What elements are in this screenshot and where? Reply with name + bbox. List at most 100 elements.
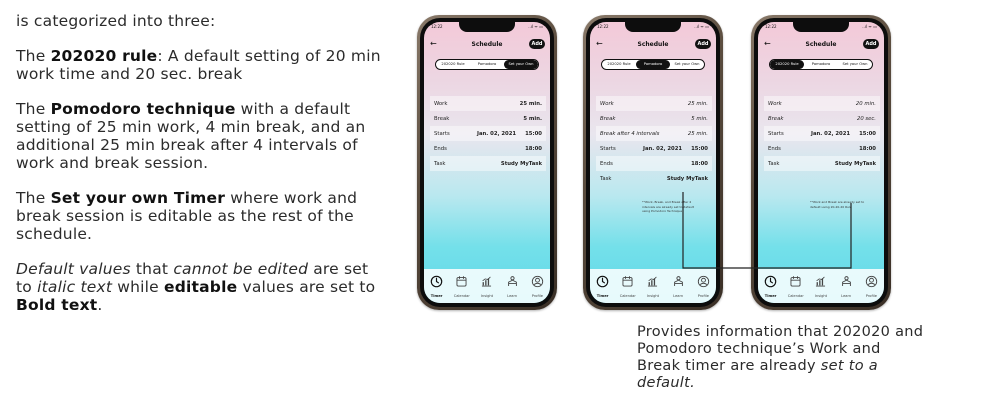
tab-2[interactable]: Set your Own <box>838 60 872 69</box>
schedule-list: Work 25 min. Break 5 min. Break after 4 inte… <box>596 96 712 186</box>
pomodoro-name: Pomodoro technique <box>50 100 236 118</box>
row-value[interactable]: Study MyTask <box>501 161 542 167</box>
rule-202020-name: 202020 rule <box>50 47 158 65</box>
add-button[interactable]: Add <box>863 39 879 49</box>
status-time: 12:22 <box>431 24 443 29</box>
nav-timer[interactable]: Timer <box>592 273 614 298</box>
learn-icon <box>672 273 685 292</box>
row-label: Break <box>768 115 784 122</box>
nav-calendar[interactable]: Calendar <box>451 273 473 298</box>
row-value[interactable]: 18:00 <box>525 146 542 152</box>
nav-insight[interactable]: Insight <box>476 273 498 298</box>
tab-0[interactable]: 202020 Rule <box>770 60 804 69</box>
nav-label: Insight <box>814 294 828 298</box>
nav-learn[interactable]: Learn <box>501 273 523 298</box>
description: is categorized into three: The 202020 ru… <box>16 12 386 331</box>
nav-profile[interactable]: Profile <box>692 273 714 298</box>
app-screen: 12:22 ..ıl ᯤ ▭ ← Schedule Add 202020 Rul… <box>758 22 884 303</box>
tab-1[interactable]: Pomodoro <box>804 60 838 69</box>
row-value[interactable]: 5 min. <box>523 116 542 122</box>
profile-icon <box>697 273 710 292</box>
row-label: Starts <box>434 130 450 137</box>
nav-timer[interactable]: Timer <box>760 273 782 298</box>
nav-label: Learn <box>841 294 852 298</box>
nav-label: Insight <box>480 294 494 298</box>
schedule-row: Work 25 min. <box>430 96 546 111</box>
formatting-paragraph: Default values that cannot be edited are… <box>16 260 376 314</box>
nav-learn[interactable]: Learn <box>835 273 857 298</box>
row-value[interactable]: 18:00 <box>859 146 876 152</box>
start-date[interactable]: Jan. 02, 2021 <box>477 131 516 137</box>
schedule-row: Ends 18:00 <box>764 141 880 156</box>
add-button[interactable]: Add <box>695 39 711 49</box>
tab-1[interactable]: Pomodoro <box>470 60 504 69</box>
calendar-icon <box>455 273 468 292</box>
default-note: **Work and Break are already set to defa… <box>810 200 865 209</box>
learn-icon <box>506 273 519 292</box>
phone-3: 12:22 ..ıl ᯤ ▭ ← Schedule Add 202020 Rul… <box>751 15 891 310</box>
start-time[interactable]: 15:00 <box>525 131 542 137</box>
status-icons: ..ıl ᯤ ▭ <box>694 24 709 29</box>
nav-insight[interactable]: Insight <box>642 273 664 298</box>
intro-text: is categorized into three: <box>16 12 216 30</box>
tab-2[interactable]: Set your Own <box>670 60 704 69</box>
row-value[interactable]: 25 min. <box>520 101 542 107</box>
schedule-row: Starts Jan. 02, 2021 15:00 <box>430 126 546 141</box>
row-label: Ends <box>434 145 447 152</box>
nav-label: Calendar <box>453 294 470 298</box>
nav-profile[interactable]: Profile <box>526 273 548 298</box>
notch <box>625 22 681 32</box>
row-label: Break <box>600 115 616 122</box>
schedule-list: Work 20 min. Break 20 sec. Starts Jan. 02, 20… <box>764 96 880 171</box>
add-button[interactable]: Add <box>529 39 545 49</box>
nav-learn[interactable]: Learn <box>667 273 689 298</box>
tab-0[interactable]: 202020 Rule <box>436 60 470 69</box>
tab-1[interactable]: Pomodoro <box>636 60 670 69</box>
mode-tabs: 202020 Rule Pomodoro Set your Own <box>601 59 705 70</box>
app-screen: 12:22 ..ıl ᯤ ▭ ← Schedule Add 202020 Rul… <box>424 22 550 303</box>
nav-profile[interactable]: Profile <box>860 273 882 298</box>
app-header: ← Schedule Add <box>424 38 550 52</box>
set-own-paragraph: The Set your own Timer where work and br… <box>16 189 358 243</box>
set-own-name: Set your own Timer <box>50 189 226 207</box>
profile-icon <box>531 273 544 292</box>
nav-label: Calendar <box>787 294 804 298</box>
row-label: Starts <box>600 145 616 152</box>
start-date[interactable]: Jan. 02, 2021 <box>811 131 850 137</box>
row-value[interactable]: 18:00 <box>691 161 708 167</box>
row-value: 25 min. <box>687 100 708 107</box>
row-label: Task <box>600 175 612 182</box>
insight-icon <box>480 273 493 292</box>
tab-2[interactable]: Set your Own <box>504 60 538 69</box>
app-header: ← Schedule Add <box>758 38 884 52</box>
schedule-row: Task Study MyTask <box>596 171 712 186</box>
mode-tabs: 202020 Rule Pomodoro Set your Own <box>435 59 539 70</box>
nav-timer[interactable]: Timer <box>426 273 448 298</box>
nav-insight[interactable]: Insight <box>810 273 832 298</box>
schedule-row: Starts Jan. 02, 2021 15:00 <box>764 126 880 141</box>
nav-calendar[interactable]: Calendar <box>617 273 639 298</box>
row-value[interactable]: Study MyTask <box>835 161 876 167</box>
bottom-nav: Timer Calendar Insight Learn Profile <box>590 269 716 303</box>
row-label: Work <box>434 100 448 107</box>
start-date[interactable]: Jan. 02, 2021 <box>643 146 682 152</box>
bottom-nav: Timer Calendar Insight Learn Profile <box>424 269 550 303</box>
schedule-row: Break 5 min. <box>430 111 546 126</box>
row-value: 25 min. <box>687 130 708 137</box>
nav-label: Timer <box>430 294 443 298</box>
row-label: Work <box>768 100 782 107</box>
timer-icon <box>764 273 777 292</box>
callout-text: Provides information that 202020 and Pom… <box>637 324 924 391</box>
mode-tabs: 202020 Rule Pomodoro Set your Own <box>769 59 873 70</box>
start-time[interactable]: 15:00 <box>859 131 876 137</box>
nav-label: Profile <box>697 294 709 298</box>
tab-0[interactable]: 202020 Rule <box>602 60 636 69</box>
row-label: Break after 4 intervals <box>600 130 660 137</box>
nav-calendar[interactable]: Calendar <box>785 273 807 298</box>
row-value[interactable]: Study MyTask <box>667 176 708 182</box>
start-time[interactable]: 15:00 <box>691 146 708 152</box>
schedule-row: Break 5 min. <box>596 111 712 126</box>
phone-2: 12:22 ..ıl ᯤ ▭ ← Schedule Add 202020 Rul… <box>583 15 723 310</box>
status-icons: ..ıl ᯤ ▭ <box>862 24 877 29</box>
schedule-row: Ends 18:00 <box>596 156 712 171</box>
